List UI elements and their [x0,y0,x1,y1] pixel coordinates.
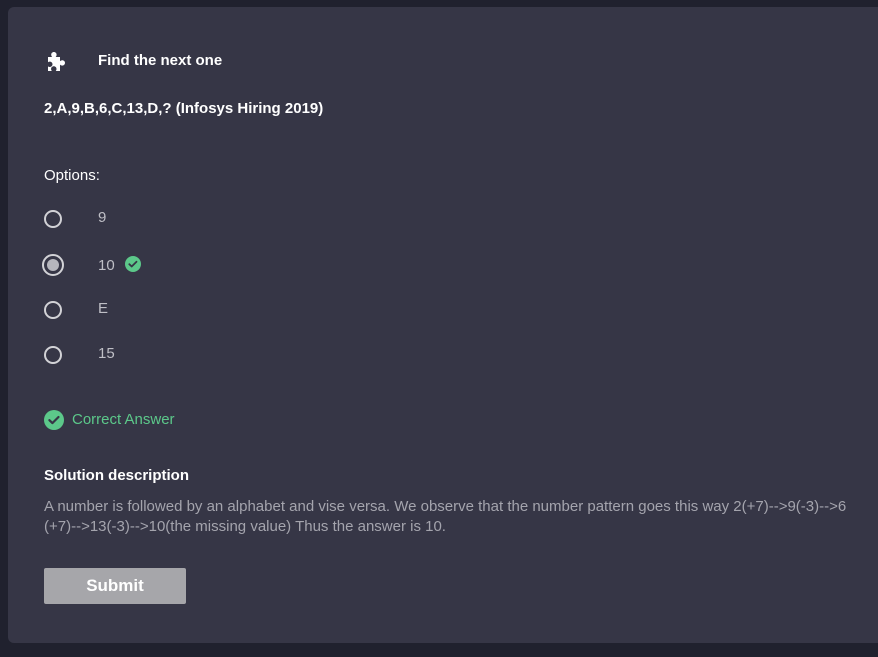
option-label: 15 [98,345,115,362]
solution-text: A number is followed by an alphabet and … [44,498,847,535]
radio-button[interactable] [44,210,62,228]
question-header: Find the next one [44,50,222,74]
puzzle-piece-icon [44,50,68,74]
submit-button[interactable]: Submit [44,568,186,604]
option-15[interactable]: 15 [44,343,115,367]
check-circle-icon [125,256,141,272]
option-9[interactable]: 9 [44,207,106,231]
option-10[interactable]: 10 [42,253,141,277]
option-label: 9 [98,209,107,226]
option-label: 10 [98,257,115,274]
radio-button[interactable] [44,301,62,319]
option-label: E [98,300,109,317]
radio-button-selected[interactable] [42,254,64,276]
result-status: Correct Answer [44,410,175,430]
result-text: Correct Answer [72,411,175,428]
question-card: Find the next one 2,A,9,B,6,C,13,D,? (In… [8,7,878,643]
radio-button[interactable] [44,346,62,364]
question-text: 2,A,9,B,6,C,13,D,? (Infosys Hiring 2019) [44,100,324,117]
options-label: Options: [44,167,100,184]
option-E[interactable]: E [44,298,108,322]
solution-title: Solution description [44,467,189,484]
question-title: Find the next one [98,52,223,69]
check-circle-icon [44,410,64,430]
